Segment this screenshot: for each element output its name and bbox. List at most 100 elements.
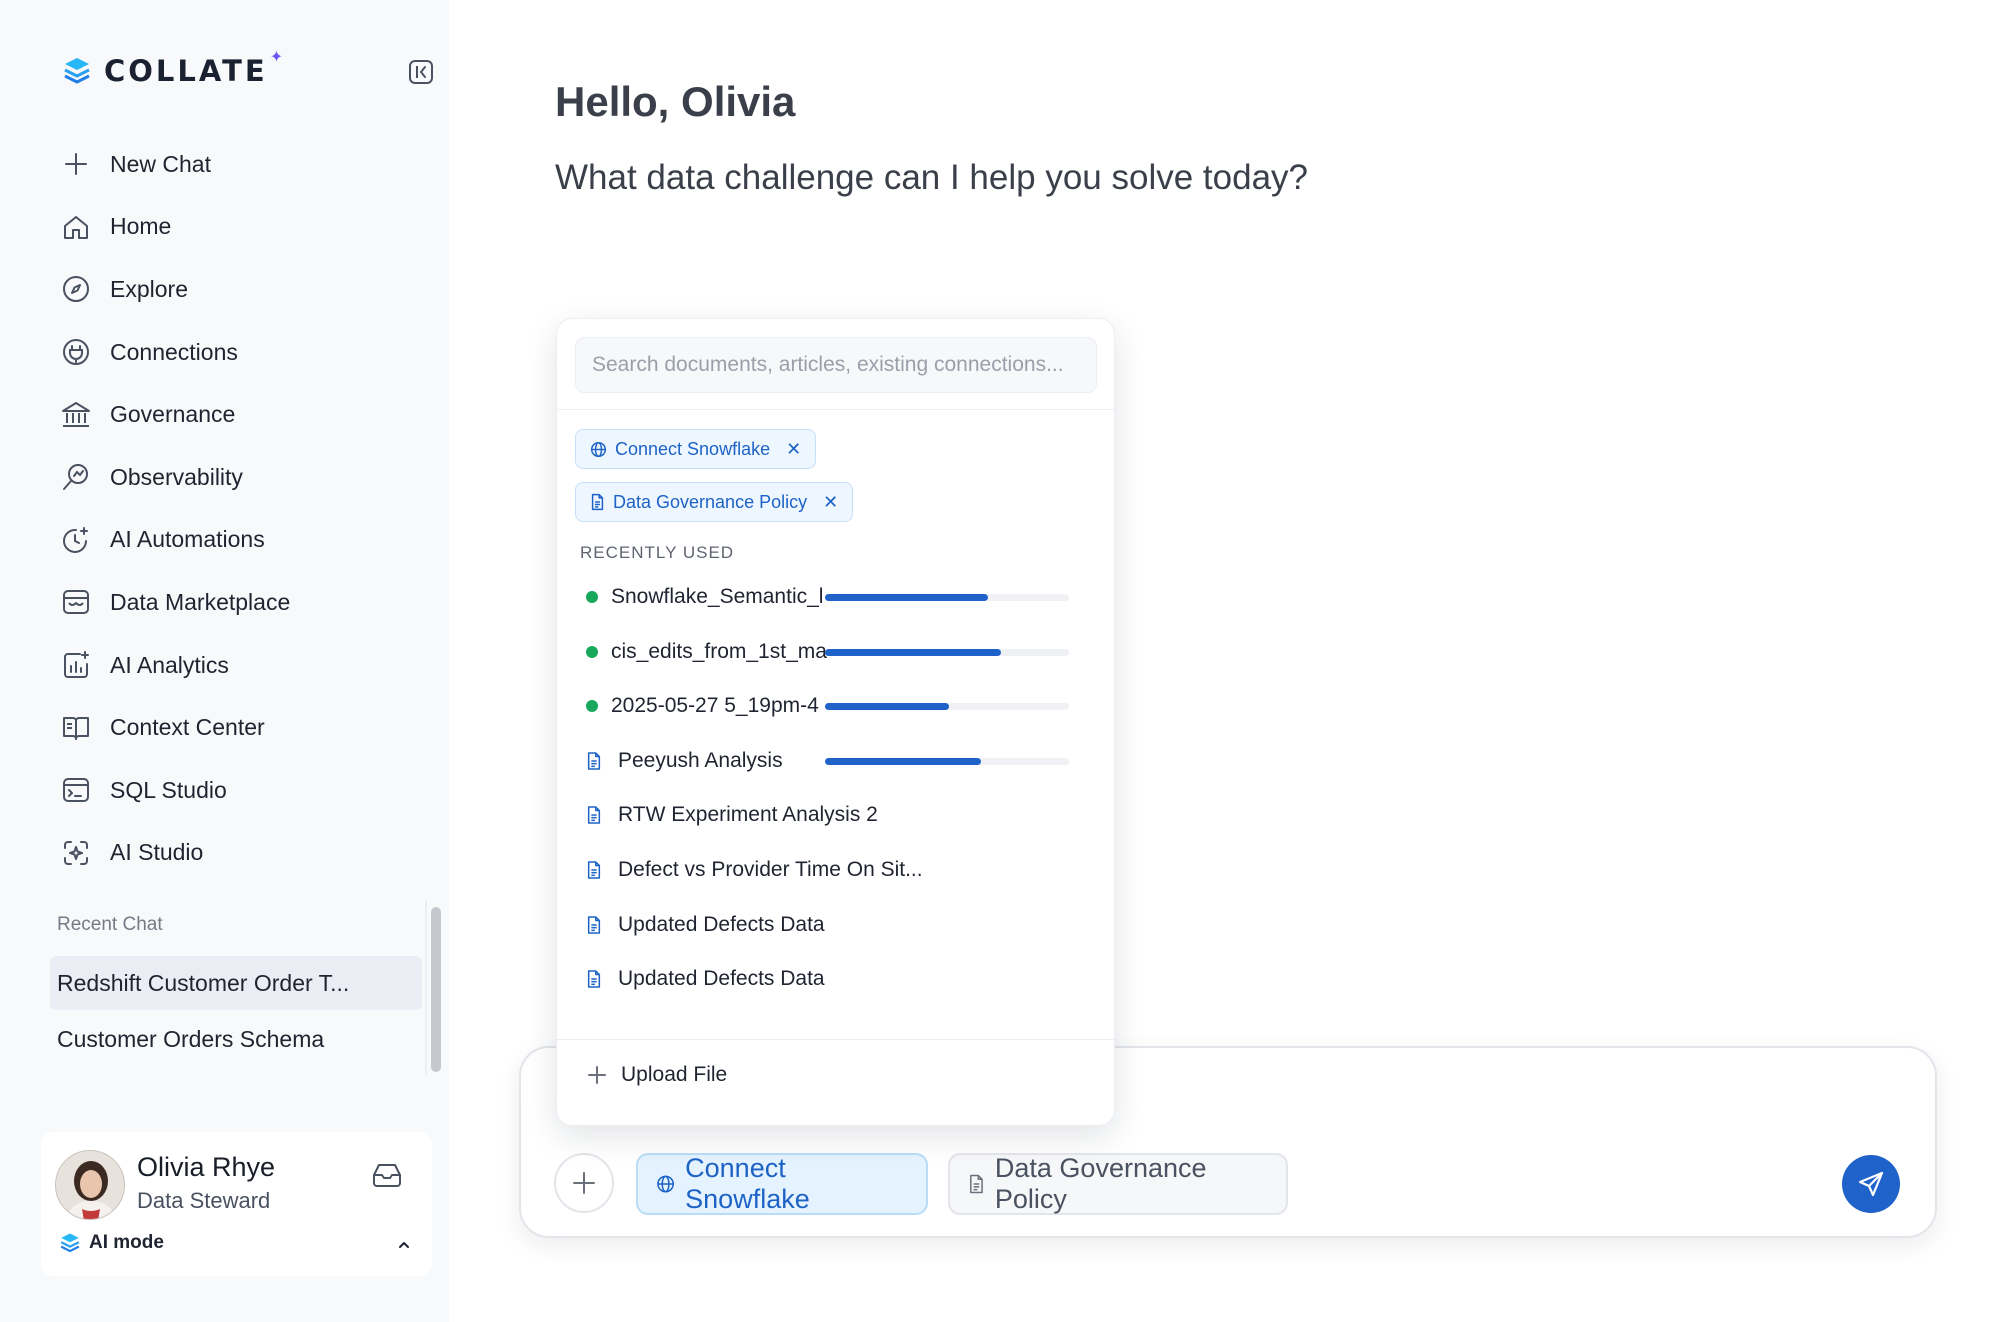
sidebar-item-ai-automations[interactable]: AI Automations	[60, 509, 430, 572]
sidebar-item-label: SQL Studio	[110, 776, 227, 803]
greeting-subtitle: What data challenge can I help you solve…	[555, 158, 1308, 197]
document-icon	[970, 1174, 983, 1194]
sidebar-item-connections[interactable]: Connections	[60, 321, 430, 384]
context-picker-panel: Connect Snowflake ✕ Data Governance Poli…	[556, 318, 1115, 1126]
item-name: Defect vs Provider Time On Sit...	[618, 858, 923, 881]
recent-connection-item[interactable]: Snowflake_Semantic_l	[581, 577, 1101, 617]
brand-logo[interactable]: COLLATE ✦	[62, 49, 283, 88]
tag-label: Data Governance Policy	[613, 491, 808, 512]
collapse-sidebar-button[interactable]	[407, 58, 435, 86]
divider	[557, 1039, 1114, 1040]
bank-icon	[60, 399, 92, 431]
remove-tag-icon[interactable]: ✕	[823, 492, 838, 513]
user-name: Olivia Rhye	[137, 1152, 276, 1182]
item-name: 2025-05-27 5_19pm-4	[611, 694, 819, 717]
ai-mode-label: AI mode	[89, 1232, 164, 1253]
avatar[interactable]	[55, 1150, 125, 1220]
item-name: Snowflake_Semantic_l	[611, 585, 824, 608]
add-context-button[interactable]	[554, 1153, 614, 1213]
selected-tag-connect-snowflake[interactable]: Connect Snowflake ✕	[575, 429, 817, 469]
context-chip-data-governance-policy[interactable]: Data Governance Policy	[948, 1153, 1288, 1215]
brand-name: COLLATE	[104, 54, 268, 88]
recent-connection-item[interactable]: cis_edits_from_1st_ma	[581, 632, 1101, 672]
usage-bar	[825, 649, 1069, 656]
upload-file-button[interactable]: Upload File	[587, 1063, 727, 1087]
document-icon	[583, 750, 605, 772]
item-name: Updated Defects Data	[618, 967, 825, 990]
recent-chat-item[interactable]: Redshift Customer Order T...	[50, 956, 422, 1010]
home-icon	[60, 211, 92, 243]
sidebar-item-governance[interactable]: Governance	[60, 383, 430, 446]
sidebar-item-label: Context Center	[110, 714, 265, 741]
recent-document-item[interactable]: Defect vs Provider Time On Sit...	[581, 850, 1101, 890]
sidebar-item-new-chat[interactable]: New Chat	[60, 133, 430, 196]
plus-icon	[573, 1172, 595, 1194]
book-icon	[60, 712, 92, 744]
collate-logo-icon	[64, 58, 90, 84]
item-name: Peeyush Analysis	[618, 749, 783, 772]
context-search-input[interactable]	[575, 337, 1097, 393]
plus-icon	[60, 148, 92, 180]
sidebar-item-label: AI Studio	[110, 839, 204, 866]
user-card: Olivia Rhye Data Steward AI mode	[41, 1132, 432, 1276]
recent-connection-item[interactable]: 2025-05-27 5_19pm-4	[581, 686, 1101, 726]
recent-chat-item[interactable]: Customer Orders Schema	[50, 1012, 422, 1066]
sidebar-item-label: Governance	[110, 401, 236, 428]
status-dot	[586, 591, 598, 603]
recent-scrollbar[interactable]	[431, 907, 441, 1072]
sidebar-item-ai-studio[interactable]: AI Studio	[60, 822, 430, 885]
usage-bar	[825, 594, 1069, 601]
document-icon	[583, 914, 605, 936]
chip-label: Data Governance Policy	[994, 1153, 1207, 1214]
inbox-icon	[373, 1164, 401, 1187]
collapse-icon	[409, 60, 433, 84]
sidebar-item-observability[interactable]: Observability	[60, 446, 430, 509]
terminal-icon	[60, 774, 92, 806]
globe-icon	[590, 441, 607, 457]
sparkle-icon: ✦	[269, 49, 284, 66]
recent-document-item[interactable]: Updated Defects Data	[581, 905, 1101, 945]
plug-icon	[60, 336, 92, 368]
globe-icon	[657, 1175, 675, 1193]
sidebar-item-context-center[interactable]: Context Center	[60, 696, 430, 759]
status-dot	[586, 646, 598, 658]
sidebar-item-label: Connections	[110, 338, 238, 365]
sidebar-item-label: AI Analytics	[110, 651, 229, 678]
chevron-up-icon[interactable]	[395, 1236, 413, 1254]
tag-label: Connect Snowflake	[615, 438, 771, 459]
recent-scroll-track	[425, 900, 427, 1075]
inbox-button[interactable]	[371, 1160, 405, 1190]
status-dot	[586, 700, 598, 712]
collate-logo-icon	[60, 1233, 80, 1253]
plus-icon	[588, 1066, 606, 1084]
sidebar-nav: New Chat Home Explore Connections Govern…	[60, 133, 430, 884]
recent-document-item[interactable]: RTW Experiment Analysis 2	[581, 795, 1101, 835]
sidebar-item-data-marketplace[interactable]: Data Marketplace	[60, 571, 430, 634]
recent-chat-list: Redshift Customer Order T... Customer Or…	[50, 956, 422, 1068]
usage-bar	[825, 758, 1069, 765]
ai-sparkle-icon	[60, 837, 92, 869]
document-icon	[591, 493, 604, 511]
sidebar-item-home[interactable]: Home	[60, 196, 430, 259]
sidebar-item-label: Explore	[110, 275, 188, 302]
recent-document-item[interactable]: Peeyush Analysis	[581, 741, 1101, 781]
recent-document-item[interactable]: Updated Defects Data	[581, 959, 1101, 999]
sidebar-item-ai-analytics[interactable]: AI Analytics	[60, 634, 430, 697]
document-icon	[583, 968, 605, 990]
item-name: RTW Experiment Analysis 2	[618, 803, 878, 826]
sidebar-item-sql-studio[interactable]: SQL Studio	[60, 759, 430, 822]
clock-sparkle-icon	[60, 524, 92, 556]
send-button[interactable]	[1842, 1155, 1900, 1213]
sidebar-item-explore[interactable]: Explore	[60, 258, 430, 321]
user-role: Data Steward	[137, 1188, 271, 1213]
upload-file-label: Upload File	[621, 1063, 728, 1086]
selected-tag-data-governance-policy[interactable]: Data Governance Policy ✕	[575, 482, 854, 522]
chip-label: Connect Snowflake	[685, 1153, 810, 1214]
remove-tag-icon[interactable]: ✕	[786, 439, 801, 460]
sidebar-item-label: Data Marketplace	[110, 588, 291, 615]
context-chip-connect-snowflake[interactable]: Connect Snowflake	[636, 1153, 928, 1215]
ai-mode-toggle[interactable]: AI mode	[59, 1232, 164, 1254]
send-icon	[1858, 1171, 1884, 1197]
sidebar-item-label: Home	[110, 213, 172, 240]
sidebar-item-label: AI Automations	[110, 526, 265, 553]
